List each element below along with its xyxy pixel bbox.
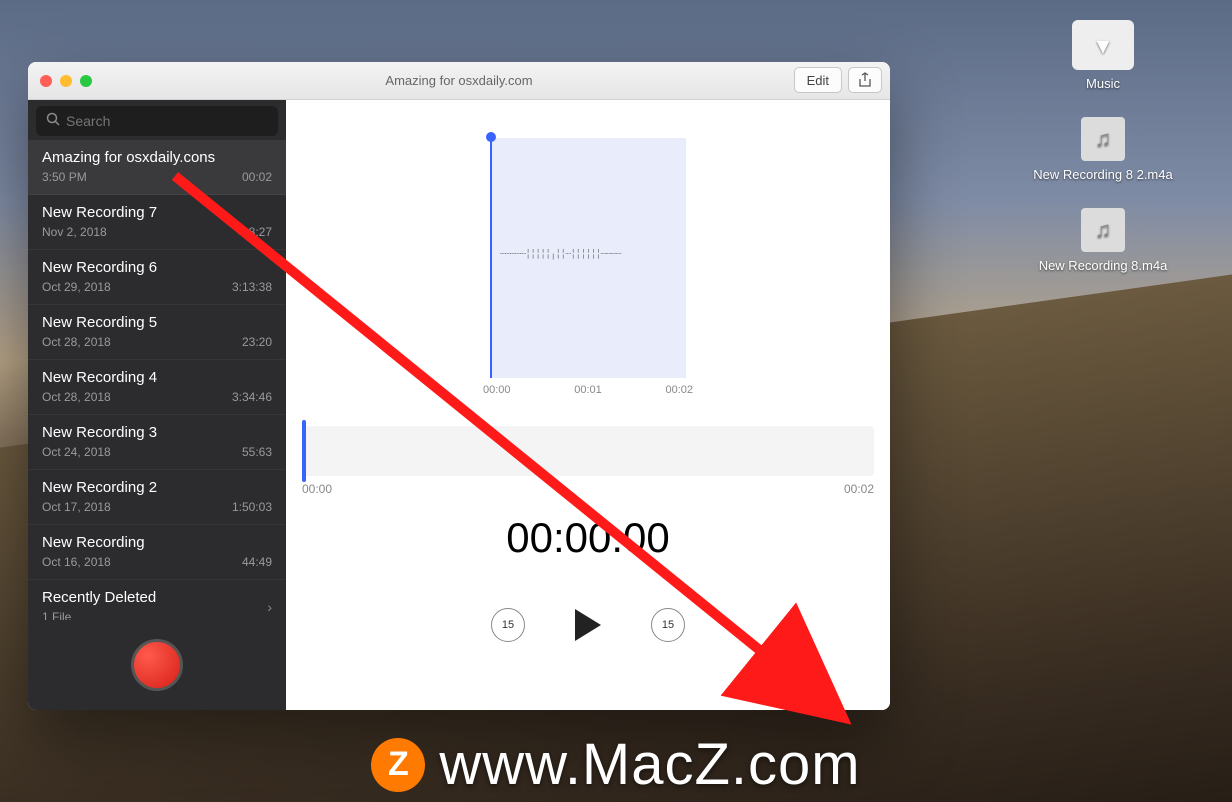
recording-duration: 1:50:03: [232, 500, 272, 514]
minimize-button[interactable]: [60, 75, 72, 87]
recording-duration: 55:63: [242, 445, 272, 459]
recording-date: Oct 17, 2018: [42, 500, 111, 514]
recording-duration: 44:49: [242, 555, 272, 569]
search-field[interactable]: [36, 106, 278, 136]
tick-labels-top: 00:0000:0100:02: [483, 384, 693, 396]
share-button[interactable]: [848, 67, 882, 93]
recently-deleted-label: Recently Deleted: [42, 589, 156, 606]
recording-title: New Recording: [42, 534, 272, 551]
recording-date: Oct 24, 2018: [42, 445, 111, 459]
record-button[interactable]: [131, 639, 183, 691]
sidebar: Amazing for osxdaily.con​s 3:50 PM 00:02 Ne…: [28, 100, 286, 710]
play-button[interactable]: [575, 609, 601, 641]
playback-controls: 15 15: [302, 608, 874, 642]
recording-title: New Recording 7: [42, 204, 272, 221]
chevron-right-icon: ›: [267, 599, 272, 615]
recording-date: Oct 16, 2018: [42, 555, 111, 569]
recording-row[interactable]: New Recording 3 Oct 24, 2018 55:63: [28, 415, 286, 470]
playhead-handle[interactable]: [302, 420, 306, 482]
recording-row[interactable]: Amazing for osxdaily.con​s 3:50 PM 00:02: [28, 140, 286, 195]
recording-date: Oct 29, 2018: [42, 280, 111, 294]
recording-duration: 08:27: [242, 225, 272, 239]
recording-title: New Recording 2: [42, 479, 272, 496]
recording-title: Amazing for osxdaily.con​s: [42, 149, 272, 166]
desktop-icons-area: ▾ Music ♫ New Recording 8 2.m4a ♫ New Re…: [1008, 20, 1198, 273]
recording-title: New Recording 4: [42, 369, 272, 386]
time-display: 00:00.00: [302, 514, 874, 562]
recording-row[interactable]: New Recording 7 Nov 2, 2018 08:27: [28, 195, 286, 250]
edit-button[interactable]: Edit: [794, 67, 842, 93]
search-icon: [46, 112, 60, 131]
audio-file-icon: ♫: [1081, 117, 1125, 161]
forward-15-button[interactable]: 15: [651, 608, 685, 642]
waveform-selection[interactable]: ┈┈┈┈┈╎╎╎╎╎╷╎╎┈╎╎╎╎╎╎┈┈┈┈: [490, 138, 686, 378]
desktop-file-audio-2[interactable]: ♫ New Recording 8.m4a: [1039, 208, 1168, 273]
rewind-15-button[interactable]: 15: [491, 608, 525, 642]
selection-handle-icon[interactable]: [486, 132, 496, 142]
desktop-file-audio-1[interactable]: ♫ New Recording 8 2.m4a: [1033, 117, 1172, 182]
desktop-folder-music[interactable]: ▾ Music: [1072, 20, 1134, 91]
title-bar[interactable]: Amazing for osxdaily.com Edit: [28, 62, 890, 100]
recording-date: 3:50 PM: [42, 170, 87, 184]
scrubber-track[interactable]: [302, 426, 874, 476]
maximize-button[interactable]: [80, 75, 92, 87]
desktop-icon-label: Music: [1086, 76, 1120, 91]
recording-duration: 3:34:46: [232, 390, 272, 404]
window-title: Amazing for osxdaily.com: [28, 73, 890, 88]
desktop-icon-label: New Recording 8 2.m4a: [1033, 167, 1172, 182]
waveform-trace: ┈┈┈┈┈╎╎╎╎╎╷╎╎┈╎╎╎╎╎╎┈┈┈┈: [500, 249, 678, 267]
recordings-list: Amazing for osxdaily.con​s 3:50 PM 00:02 Ne…: [28, 140, 286, 620]
recording-title: New Recording 5: [42, 314, 272, 331]
recording-row[interactable]: New Recording 6 Oct 29, 2018 3:13:38: [28, 250, 286, 305]
recording-row[interactable]: New Recording 5 Oct 28, 2018 23:20: [28, 305, 286, 360]
recording-title: New Recording 3: [42, 424, 272, 441]
recording-date: Oct 28, 2018: [42, 390, 111, 404]
window-controls: [40, 75, 92, 87]
recently-deleted-count: 1 File: [42, 610, 156, 620]
close-button[interactable]: [40, 75, 52, 87]
recording-duration: 00:02: [242, 170, 272, 184]
search-input[interactable]: [66, 113, 268, 129]
scrubber-time-labels: 00:0000:02: [302, 482, 874, 496]
recording-title: New Recording 6: [42, 259, 272, 276]
recording-date: Oct 28, 2018: [42, 335, 111, 349]
recently-deleted-row[interactable]: Recently Deleted 1 File ›: [28, 580, 286, 620]
audio-file-icon: ♫: [1081, 208, 1125, 252]
folder-icon: ▾: [1072, 20, 1134, 70]
recording-row[interactable]: New Recording 4 Oct 28, 2018 3:34:46: [28, 360, 286, 415]
voice-memos-window: Amazing for osxdaily.com Edit Amazing fo…: [28, 62, 890, 710]
recording-row[interactable]: New Recording Oct 16, 2018 44:49: [28, 525, 286, 580]
trim-area: ┈┈┈┈┈╎╎╎╎╎╷╎╎┈╎╎╎╎╎╎┈┈┈┈ 00:0000:0100:02: [302, 110, 874, 400]
recording-date: Nov 2, 2018: [42, 225, 107, 239]
main-pane: ┈┈┈┈┈╎╎╎╎╎╷╎╎┈╎╎╎╎╎╎┈┈┈┈ 00:0000:0100:02…: [286, 100, 890, 710]
share-icon: [858, 72, 872, 88]
desktop-icon-label: New Recording 8.m4a: [1039, 258, 1168, 273]
recording-duration: 23:20: [242, 335, 272, 349]
recording-duration: 3:13:38: [232, 280, 272, 294]
recording-row[interactable]: New Recording 2 Oct 17, 2018 1:50:03: [28, 470, 286, 525]
